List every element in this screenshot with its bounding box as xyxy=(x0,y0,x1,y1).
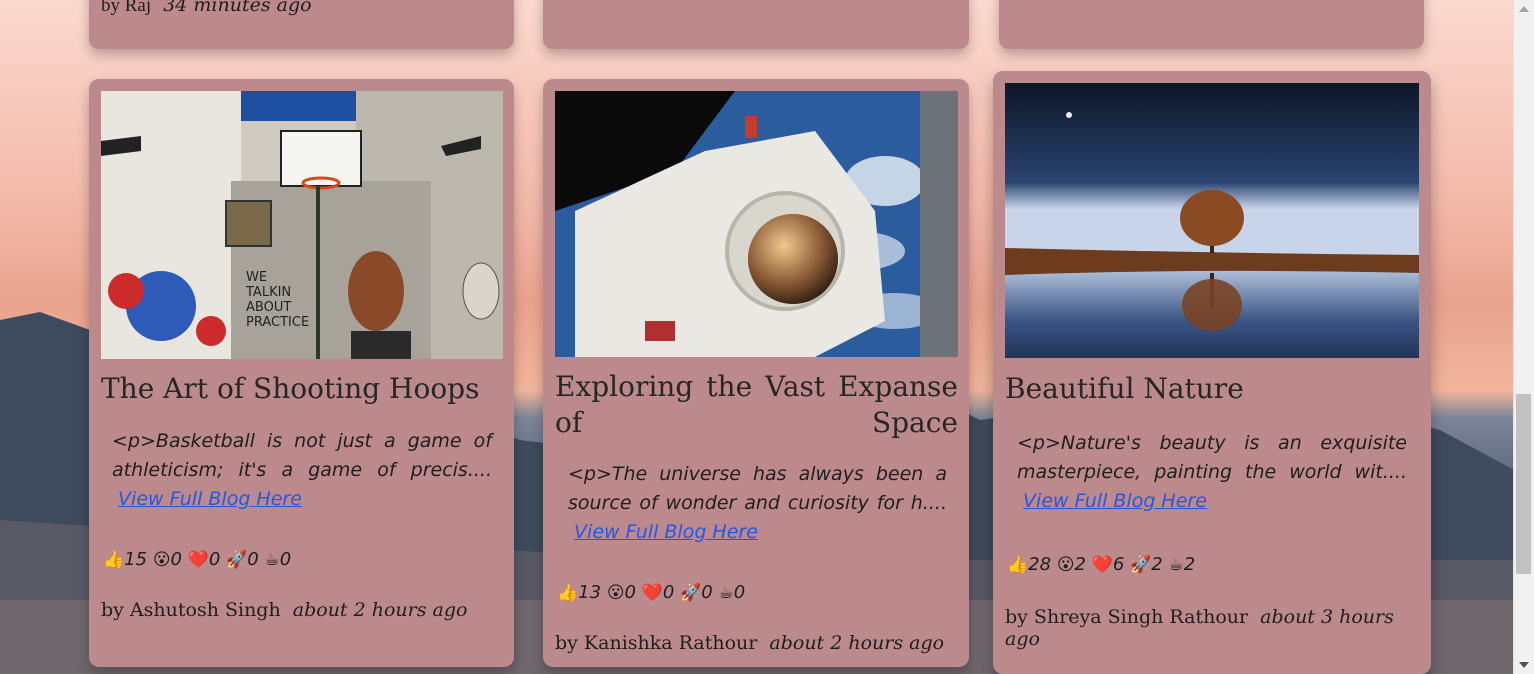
like-icon[interactable]: 👍 xyxy=(557,583,578,603)
excerpt-text: <p>The universe has always been a source… xyxy=(568,463,947,514)
blog-excerpt: <p>The universe has always been a source… xyxy=(568,460,947,547)
reaction-bar: 👍28 😮2 ❤️6 🚀2 ☕2 xyxy=(1007,554,1195,575)
coffee-count: 2 xyxy=(1183,554,1196,575)
author-name: by Kanishka Rathour xyxy=(555,632,758,654)
post-time: about 2 hours ago xyxy=(769,632,945,654)
svg-text:PRACTICE: PRACTICE xyxy=(246,315,309,330)
wow-icon[interactable]: 😮 xyxy=(607,583,625,603)
scroll-down-arrow-icon[interactable] xyxy=(1519,662,1529,668)
heart-count: 0 xyxy=(208,549,221,570)
scrollbar-thumb[interactable] xyxy=(1516,394,1531,574)
svg-text:ABOUT: ABOUT xyxy=(246,300,291,315)
author-name: by Raj xyxy=(101,0,152,16)
rocket-count: 0 xyxy=(701,582,713,603)
heart-count: 6 xyxy=(1112,554,1125,575)
like-count: 15 xyxy=(124,549,148,570)
blog-excerpt: <p>Nature's beauty is an exquisite maste… xyxy=(1017,429,1407,516)
view-full-blog-link[interactable]: View Full Blog Here xyxy=(118,488,302,510)
rocket-count: 0 xyxy=(247,549,259,570)
blog-card-top-1[interactable]: by Raj 34 minutes ago xyxy=(89,0,514,49)
view-full-blog-link[interactable]: View Full Blog Here xyxy=(574,521,758,543)
view-full-blog-link[interactable]: View Full Blog Here xyxy=(1023,490,1207,512)
card-byline: by Raj 34 minutes ago xyxy=(101,0,312,17)
like-count: 13 xyxy=(578,582,602,603)
like-count: 28 xyxy=(1028,554,1052,575)
heart-icon[interactable]: ❤️ xyxy=(642,583,663,603)
rocket-icon[interactable]: 🚀 xyxy=(226,550,247,570)
coffee-icon[interactable]: ☕ xyxy=(718,583,733,603)
coffee-count: 0 xyxy=(279,549,292,570)
like-icon[interactable]: 👍 xyxy=(1007,555,1028,575)
blog-card-top-3[interactable] xyxy=(999,0,1424,49)
rocket-icon[interactable]: 🚀 xyxy=(1130,555,1151,575)
coffee-icon[interactable]: ☕ xyxy=(1168,555,1183,575)
heart-icon[interactable]: ❤️ xyxy=(1092,555,1113,575)
scroll-up-arrow-icon[interactable] xyxy=(1519,6,1529,12)
reaction-bar: 👍13 😮0 ❤️0 🚀0 ☕0 xyxy=(557,582,745,603)
blog-title[interactable]: The Art of Shooting Hoops xyxy=(101,371,479,407)
author-name: by Shreya Singh Rathour xyxy=(1005,606,1249,628)
wow-count: 2 xyxy=(1074,554,1086,575)
coffee-count: 0 xyxy=(733,582,746,603)
blog-thumbnail-astronaut[interactable] xyxy=(555,91,958,357)
rocket-count: 2 xyxy=(1151,554,1163,575)
coffee-icon[interactable]: ☕ xyxy=(264,550,279,570)
like-icon[interactable]: 👍 xyxy=(103,550,124,570)
wow-count: 0 xyxy=(624,582,636,603)
post-time: 34 minutes ago xyxy=(163,0,312,16)
svg-text:TALKIN: TALKIN xyxy=(245,285,291,300)
card-byline: by Ashutosh Singh about 2 hours ago xyxy=(101,599,467,621)
heart-count: 0 xyxy=(662,582,675,603)
rocket-icon[interactable]: 🚀 xyxy=(680,583,701,603)
svg-text:WE: WE xyxy=(246,270,267,285)
blog-card-top-2[interactable] xyxy=(543,0,969,49)
blog-thumbnail-basketball[interactable]: WE TALKIN ABOUT PRACTICE xyxy=(101,91,503,359)
blog-card[interactable]: Exploring the Vast Expanse of Space <p>T… xyxy=(543,79,969,667)
blog-excerpt: <p>Basketball is not just a game of athl… xyxy=(112,427,492,514)
wow-icon[interactable]: 😮 xyxy=(1057,555,1075,575)
blog-card[interactable]: WE TALKIN ABOUT PRACTICE The Art of Shoo… xyxy=(89,79,514,667)
blog-card[interactable]: Beautiful Nature <p>Nature's beauty is a… xyxy=(993,71,1431,674)
blog-title[interactable]: Beautiful Nature xyxy=(1005,371,1244,407)
wow-count: 0 xyxy=(170,549,182,570)
heart-icon[interactable]: ❤️ xyxy=(188,550,209,570)
card-byline: by Kanishka Rathour about 2 hours ago xyxy=(555,632,944,654)
reaction-bar: 👍15 😮0 ❤️0 🚀0 ☕0 xyxy=(103,549,291,570)
excerpt-text: <p>Basketball is not just a game of athl… xyxy=(112,430,492,481)
wow-icon[interactable]: 😮 xyxy=(153,550,171,570)
blog-thumbnail-nature[interactable] xyxy=(1005,83,1419,358)
page-scrollbar[interactable] xyxy=(1513,0,1534,674)
post-time: about 2 hours ago xyxy=(292,599,468,621)
blog-title[interactable]: Exploring the Vast Expanse of Space xyxy=(555,369,958,441)
excerpt-text: <p>Nature's beauty is an exquisite maste… xyxy=(1017,432,1407,483)
author-name: by Ashutosh Singh xyxy=(101,599,281,621)
card-byline: by Shreya Singh Rathour about 3 hours ag… xyxy=(1005,606,1431,650)
